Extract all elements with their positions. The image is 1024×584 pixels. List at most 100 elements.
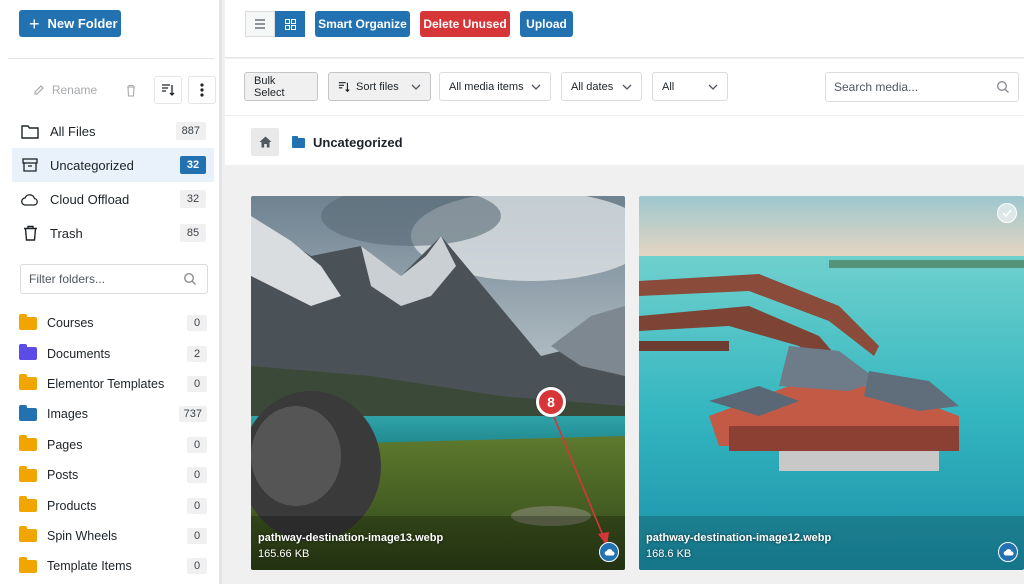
grid-view-button[interactable] bbox=[275, 11, 305, 37]
view-toggle bbox=[245, 11, 305, 37]
folder-toolbar: Rename bbox=[22, 76, 216, 104]
folder-label: Images bbox=[47, 407, 88, 422]
sidebar-item-trash[interactable]: Trash 85 bbox=[12, 216, 214, 250]
search-icon bbox=[996, 80, 1009, 93]
plus-icon: + bbox=[29, 13, 40, 34]
breadcrumb-current[interactable]: Uncategorized bbox=[292, 135, 403, 150]
sidebar-item-label: Cloud Offload bbox=[50, 191, 130, 207]
pencil-icon bbox=[34, 85, 44, 95]
file-name: pathway-destination-image13.webp bbox=[258, 532, 444, 544]
archive-icon bbox=[21, 156, 39, 174]
trash-icon bbox=[127, 84, 135, 97]
cloud-icon bbox=[21, 190, 39, 208]
folder-icon bbox=[292, 135, 305, 148]
filter-placeholder: Filter folders... bbox=[29, 272, 106, 286]
new-folder-label: New Folder bbox=[47, 16, 118, 31]
count-badge: 0 bbox=[187, 558, 207, 575]
count-badge: 0 bbox=[187, 467, 207, 484]
folder-label: Spin Wheels bbox=[47, 528, 118, 543]
folder-item-posts[interactable]: Posts 0 bbox=[12, 460, 214, 490]
chevron-down-icon bbox=[531, 84, 541, 90]
folder-icon bbox=[19, 404, 37, 421]
trash-icon bbox=[21, 224, 39, 242]
folder-label: Documents bbox=[47, 346, 111, 361]
folder-item-images[interactable]: Images 737 bbox=[12, 399, 214, 429]
folder-icon bbox=[19, 465, 37, 482]
folder-icon bbox=[19, 556, 37, 573]
cloud-icon bbox=[599, 542, 619, 562]
rename-label: Rename bbox=[51, 83, 98, 97]
folder-item-documents[interactable]: Documents 2 bbox=[12, 338, 214, 368]
folder-item-pages[interactable]: Pages 0 bbox=[12, 430, 214, 460]
upload-button[interactable]: Upload bbox=[520, 11, 573, 37]
sort-files-button[interactable]: Sort files bbox=[328, 72, 431, 101]
delete-unused-button[interactable]: Delete Unused bbox=[420, 11, 510, 37]
folder-icon bbox=[19, 313, 37, 330]
bulk-select-button[interactable]: Bulk Select bbox=[244, 72, 318, 101]
filter-folders-input[interactable]: Filter folders... bbox=[20, 264, 208, 294]
select-checkbox[interactable] bbox=[997, 203, 1017, 223]
folder-open-icon bbox=[21, 122, 39, 140]
folder-label: Courses bbox=[47, 316, 94, 331]
count-badge: 32 bbox=[180, 190, 206, 208]
mountain-lake-thumbnail bbox=[251, 196, 625, 570]
home-icon bbox=[259, 136, 271, 148]
folder-item-spin-wheels[interactable]: Spin Wheels 0 bbox=[12, 521, 214, 551]
folder-item-template-items[interactable]: Template Items 0 bbox=[12, 551, 214, 581]
grid-icon bbox=[284, 18, 296, 30]
folder-label: Pages bbox=[47, 437, 83, 452]
search-icon bbox=[183, 272, 196, 285]
media-type-select[interactable]: All media items bbox=[439, 72, 551, 101]
check-icon bbox=[1002, 209, 1012, 217]
status-select[interactable]: All bbox=[652, 72, 728, 101]
step-number-badge: 8 bbox=[536, 387, 566, 417]
search-media-input[interactable]: Search media... bbox=[825, 72, 1019, 102]
file-size: 165.66 KB bbox=[258, 548, 310, 560]
count-badge: 0 bbox=[187, 436, 207, 453]
count-badge: 887 bbox=[175, 122, 206, 140]
media-grid: 8 pathway-destination-image13.webp 165.6… bbox=[225, 166, 1024, 584]
rename-button[interactable]: Rename bbox=[22, 76, 108, 104]
sort-icon bbox=[338, 81, 350, 92]
top-toolbar: Smart Organize Delete Unused Upload bbox=[225, 0, 1024, 58]
count-badge: 2 bbox=[187, 345, 207, 362]
count-badge: 0 bbox=[187, 375, 207, 392]
folder-item-products[interactable]: Products 0 bbox=[12, 490, 214, 520]
count-badge: 0 bbox=[187, 315, 207, 332]
folder-tree: Courses 0 Documents 2 Elementor Templates 0 Im… bbox=[12, 308, 214, 582]
folder-item-courses[interactable]: Courses 0 bbox=[12, 308, 214, 338]
more-vertical-icon bbox=[200, 83, 204, 97]
sidebar-item-label: Uncategorized bbox=[50, 157, 134, 173]
sidebar-divider bbox=[8, 58, 214, 59]
new-folder-button[interactable]: + New Folder bbox=[19, 10, 121, 37]
chevron-down-icon bbox=[708, 84, 718, 90]
sort-files-label: Sort files bbox=[356, 80, 399, 93]
folder-sidebar: + New Folder Rename All Files 887 Uncatego… bbox=[0, 0, 222, 584]
status-value: All bbox=[662, 80, 675, 93]
file-name: pathway-destination-image12.webp bbox=[646, 532, 832, 544]
home-button[interactable] bbox=[251, 128, 279, 156]
folder-label: Elementor Templates bbox=[47, 376, 165, 391]
sidebar-item-cloud-offload[interactable]: Cloud Offload 32 bbox=[12, 182, 214, 216]
folder-icon bbox=[19, 496, 37, 513]
overwater-villa-thumbnail bbox=[639, 196, 1024, 570]
media-card[interactable]: 8 pathway-destination-image13.webp 165.6… bbox=[251, 196, 625, 570]
file-size: 168.6 KB bbox=[646, 548, 692, 560]
delete-folder-button[interactable] bbox=[114, 76, 148, 104]
sidebar-item-all-files[interactable]: All Files 887 bbox=[12, 114, 214, 148]
media-card[interactable]: pathway-destination-image12.webp 168.6 K… bbox=[639, 196, 1024, 570]
folder-icon bbox=[19, 344, 37, 361]
list-view-button[interactable] bbox=[245, 11, 275, 37]
filter-bar: Bulk Select Sort files All media items A… bbox=[225, 59, 1024, 115]
media-type-value: All media items bbox=[449, 80, 524, 93]
count-badge: 737 bbox=[178, 406, 207, 423]
folder-item-elementor-templates[interactable]: Elementor Templates 0 bbox=[12, 369, 214, 399]
folder-label: Posts bbox=[47, 468, 79, 483]
folder-icon bbox=[19, 435, 37, 452]
more-options-button[interactable] bbox=[188, 76, 216, 104]
sort-folders-button[interactable] bbox=[154, 76, 182, 104]
date-select[interactable]: All dates bbox=[561, 72, 642, 101]
sidebar-item-uncategorized[interactable]: Uncategorized 32 bbox=[12, 148, 214, 182]
date-value: All dates bbox=[571, 80, 614, 93]
smart-organize-button[interactable]: Smart Organize bbox=[315, 11, 410, 37]
